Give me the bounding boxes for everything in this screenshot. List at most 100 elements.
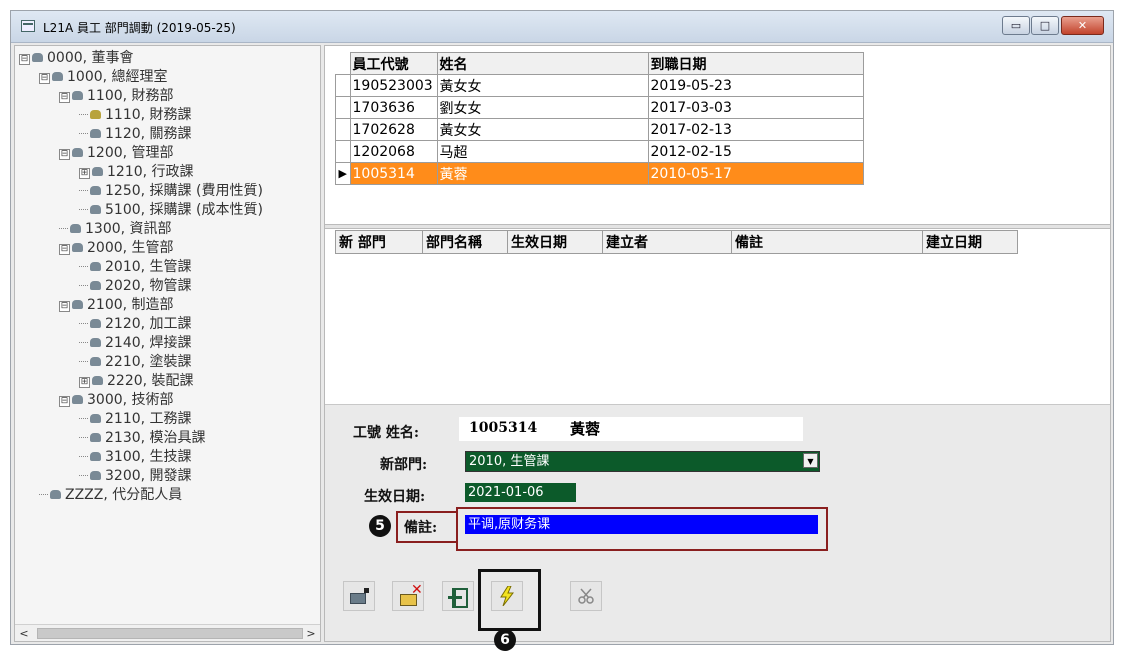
node-icon [72, 243, 83, 252]
window-title: L21A 員工 部門調動 (2019-05-25) [43, 21, 236, 35]
cell-hire-date[interactable]: 2017-03-03 [647, 96, 864, 119]
tree-node[interactable]: 1300, 資訊部 [59, 218, 172, 237]
cell-hire-date[interactable]: 2012-02-15 [647, 140, 864, 163]
effective-date-field[interactable]: 2021-01-06 [465, 483, 576, 502]
chevron-down-icon[interactable]: ▼ [803, 453, 818, 468]
col-created-date[interactable]: 建立日期 [922, 230, 1018, 254]
node-icon [72, 300, 83, 309]
tree-node[interactable]: ⊟ 3000, 技術部 [59, 389, 174, 408]
tree-node-label: 1210, 行政課 [107, 164, 194, 180]
cell-name[interactable]: 黃蓉 [436, 162, 649, 185]
scroll-left-arrow[interactable]: < [17, 626, 31, 641]
exit-arrow-icon [448, 596, 462, 599]
table-row[interactable]: 190523003 黃女女 2019-05-23 [335, 74, 864, 97]
minimize-button[interactable]: ▭ [1002, 16, 1030, 35]
collapse-icon[interactable]: ⊟ [59, 244, 70, 255]
col-creator[interactable]: 建立者 [602, 230, 732, 254]
tree-node[interactable]: ⊞ 1210, 行政課 [79, 161, 194, 180]
tree-node[interactable]: 2010, 生管課 [79, 256, 192, 275]
scroll-right-arrow[interactable]: > [304, 626, 318, 641]
cell-employee-id[interactable]: 1202068 [349, 140, 438, 163]
cell-hire-date[interactable]: 2010-05-17 [647, 162, 864, 185]
collapse-icon[interactable]: ⊟ [39, 73, 50, 84]
department-history-header: 新 部門 部門名稱 生效日期 建立者 備註 建立日期 [335, 230, 1018, 254]
tree-node[interactable]: 3100, 生技課 [79, 446, 192, 465]
expand-icon[interactable]: ⊞ [79, 168, 90, 179]
cell-hire-date[interactable]: 2017-02-13 [647, 118, 864, 141]
tree-node[interactable]: ⊟ 1100, 財務部 [59, 85, 174, 104]
delete-record-button[interactable]: ✕ [392, 581, 424, 611]
node-icon [90, 414, 101, 423]
table-row-selected[interactable]: ▶ 1005314 黃蓉 2010-05-17 [335, 162, 864, 185]
scroll-thumb[interactable] [37, 628, 303, 639]
tree-horizontal-scrollbar[interactable]: < > [15, 624, 320, 641]
new-dept-select[interactable]: 2010, 生管課 ▼ [465, 451, 820, 472]
col-remark[interactable]: 備註 [731, 230, 923, 254]
exit-button[interactable] [442, 581, 474, 611]
cell-employee-id[interactable]: 190523003 [349, 74, 438, 97]
cell-employee-id[interactable]: 1702628 [349, 118, 438, 141]
cell-name[interactable]: 劉女女 [436, 96, 649, 119]
tree-node-label: 2220, 裝配課 [107, 373, 194, 389]
col-new-dept[interactable]: 新 部門 [335, 230, 423, 254]
col-employee-id[interactable]: 員工代號 [349, 52, 438, 75]
tree-node[interactable]: ⊟ 0000, 董事會 [19, 47, 134, 66]
tree-node[interactable]: 2110, 工務課 [79, 408, 192, 427]
row-indicator [335, 118, 350, 141]
expand-icon[interactable]: ⊞ [79, 377, 90, 388]
tree-node-label: 3000, 技術部 [87, 392, 174, 408]
tree-connector [79, 133, 88, 134]
tree-node[interactable]: ⊟ 2000, 生管部 [59, 237, 174, 256]
tree-node[interactable]: 2130, 模治具課 [79, 427, 206, 446]
pane-splitter[interactable] [325, 224, 1110, 229]
col-effective-date[interactable]: 生效日期 [507, 230, 603, 254]
collapse-icon[interactable]: ⊟ [19, 54, 30, 65]
cell-name[interactable]: 黃女女 [436, 118, 649, 141]
close-button[interactable]: ✕ [1061, 16, 1104, 35]
tree-node[interactable]: 1120, 關務課 [79, 123, 192, 142]
tree-node[interactable]: 1250, 採購課 (費用性質) [79, 180, 263, 199]
cell-name[interactable]: 黃女女 [436, 74, 649, 97]
add-record-button[interactable] [343, 581, 375, 611]
cell-employee-id[interactable]: 1005314 [349, 162, 438, 185]
tree-node-label: 1000, 總經理室 [67, 69, 168, 85]
maximize-button[interactable]: □ [1031, 16, 1059, 35]
tree-node[interactable]: ⊟ 2100, 制造部 [59, 294, 174, 313]
cell-employee-id[interactable]: 1703636 [349, 96, 438, 119]
tree-node[interactable]: ⊞ 2220, 裝配課 [79, 370, 194, 389]
cell-hire-date[interactable]: 2019-05-23 [647, 74, 864, 97]
tree-node[interactable]: ZZZZ, 代分配人員 [39, 484, 182, 503]
tree-node-label: 2100, 制造部 [87, 297, 174, 313]
table-row[interactable]: 1703636 劉女女 2017-03-03 [335, 96, 864, 119]
tree-node[interactable]: 5100, 採購課 (成本性質) [79, 199, 263, 218]
collapse-icon[interactable]: ⊟ [59, 396, 70, 407]
tree-node[interactable]: 2140, 焊接課 [79, 332, 192, 351]
department-tree[interactable]: ⊟ 0000, 董事會 ⊟ 1000, 總經理室 ⊟ 1100, 財務部 1110, … [14, 45, 321, 642]
tree-node[interactable]: ⊟ 1000, 總經理室 [39, 66, 168, 85]
execute-button[interactable] [491, 581, 523, 611]
table-row[interactable]: 1702628 黃女女 2017-02-13 [335, 118, 864, 141]
collapse-icon[interactable]: ⊟ [59, 92, 70, 103]
tree-node-label: 2140, 焊接課 [105, 335, 192, 351]
tree-connector [79, 285, 88, 286]
cut-button[interactable] [570, 581, 602, 611]
cell-name[interactable]: 马超 [436, 140, 649, 163]
tree-node[interactable]: ⊟ 1200, 管理部 [59, 142, 174, 161]
node-icon [90, 357, 101, 366]
selected-node-icon [90, 110, 101, 119]
tree-node[interactable]: 2120, 加工課 [79, 313, 192, 332]
tree-node[interactable]: 2020, 物管課 [79, 275, 192, 294]
tree-node[interactable]: 2210, 塗裝課 [79, 351, 192, 370]
row-pointer-icon: ▶ [335, 162, 350, 185]
tree-node-selected[interactable]: 1110, 財務課 [79, 104, 192, 123]
remark-input[interactable]: 平调,原财务课 [465, 515, 818, 534]
col-name[interactable]: 姓名 [436, 52, 649, 75]
collapse-icon[interactable]: ⊟ [59, 149, 70, 160]
col-hire-date[interactable]: 到職日期 [647, 52, 864, 75]
table-row[interactable]: 1202068 马超 2012-02-15 [335, 140, 864, 163]
col-dept-name[interactable]: 部門名稱 [422, 230, 508, 254]
tree-node[interactable]: 3200, 開發課 [79, 465, 192, 484]
collapse-icon[interactable]: ⊟ [59, 301, 70, 312]
tree-connector [79, 475, 88, 476]
node-icon [90, 452, 101, 461]
